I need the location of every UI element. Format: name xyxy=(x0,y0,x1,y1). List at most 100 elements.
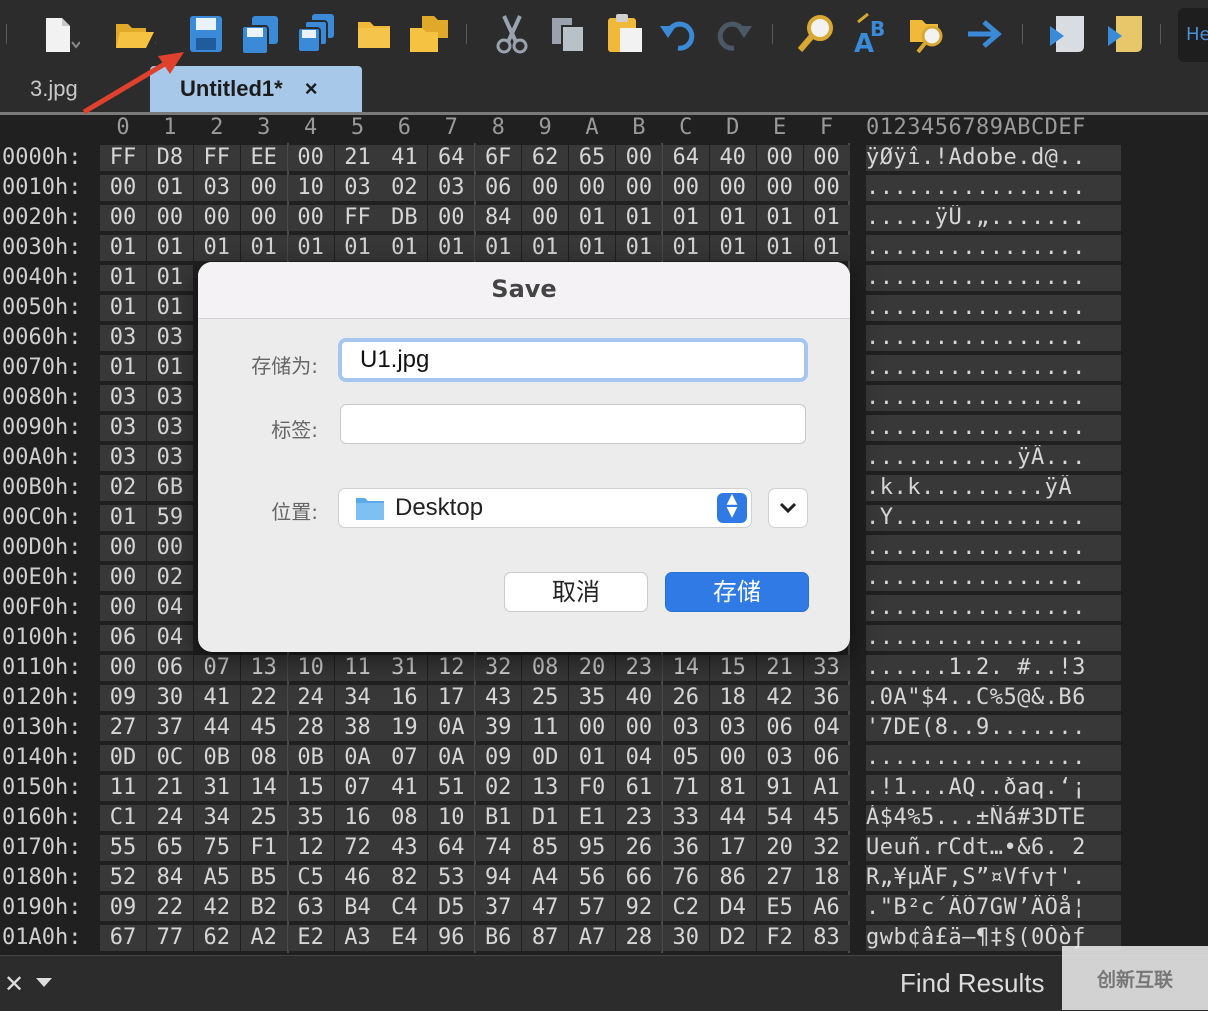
hex-byte[interactable]: 04 xyxy=(615,745,662,771)
hex-byte[interactable]: 45 xyxy=(803,805,850,831)
hex-byte[interactable]: 74 xyxy=(475,835,522,861)
hex-byte[interactable]: F2 xyxy=(756,925,803,951)
hex-byte[interactable]: 21 xyxy=(756,655,803,681)
hex-byte[interactable]: 31 xyxy=(381,655,428,681)
hex-byte[interactable]: 00 xyxy=(100,565,146,591)
hex-byte[interactable]: 01 xyxy=(193,235,240,261)
ascii-text[interactable]: ................ xyxy=(866,595,1121,621)
hex-byte[interactable]: 00 xyxy=(709,175,756,201)
close-panel-icon[interactable]: ✕ xyxy=(4,970,24,998)
ascii-text[interactable]: ................ xyxy=(866,565,1121,591)
hex-byte[interactable]: 04 xyxy=(146,625,193,651)
hex-byte[interactable]: 14 xyxy=(662,655,709,681)
hex-byte[interactable]: F1 xyxy=(240,835,287,861)
new-file-button[interactable] xyxy=(36,12,80,56)
hex-byte[interactable]: 77 xyxy=(146,925,193,951)
hex-byte[interactable]: 01 xyxy=(146,175,193,201)
hex-byte[interactable]: 16 xyxy=(381,685,428,711)
hex-byte[interactable]: 12 xyxy=(287,835,334,861)
hex-byte[interactable]: 01 xyxy=(569,235,615,261)
hex-byte[interactable]: 82 xyxy=(381,865,428,891)
hex-byte[interactable]: 03 xyxy=(193,175,240,201)
hex-byte[interactable]: 43 xyxy=(475,685,522,711)
hex-byte[interactable]: 00 xyxy=(803,145,850,171)
hex-byte[interactable]: 62 xyxy=(193,925,240,951)
hex-byte[interactable]: E1 xyxy=(569,805,615,831)
hex-byte[interactable]: 28 xyxy=(287,715,334,741)
hex-byte[interactable]: 00 xyxy=(615,145,662,171)
hex-byte[interactable]: 22 xyxy=(146,895,193,921)
hex-byte[interactable]: 01 xyxy=(146,235,193,261)
hex-byte[interactable]: 41 xyxy=(193,685,240,711)
hex-byte[interactable]: 30 xyxy=(146,685,193,711)
hex-byte[interactable]: C4 xyxy=(381,895,428,921)
hex-byte[interactable]: 07 xyxy=(334,775,381,801)
hex-byte[interactable]: 05 xyxy=(662,745,709,771)
hex-byte[interactable]: 59 xyxy=(146,505,193,531)
hex-byte[interactable]: 45 xyxy=(240,715,287,741)
hex-byte[interactable]: 42 xyxy=(756,685,803,711)
hex-byte[interactable]: D2 xyxy=(709,925,756,951)
hex-byte[interactable]: 02 xyxy=(146,565,193,591)
ascii-text[interactable]: Ueuñ.rCdt…•&6. 2 xyxy=(866,835,1121,861)
hex-byte[interactable]: 35 xyxy=(569,685,615,711)
hex-byte[interactable]: 00 xyxy=(240,205,287,231)
hex-byte[interactable]: 03 xyxy=(756,745,803,771)
hex-byte[interactable]: 01 xyxy=(146,265,193,291)
save-as-button[interactable] xyxy=(238,12,282,56)
hex-byte[interactable]: 12 xyxy=(428,655,475,681)
hex-byte[interactable]: 00 xyxy=(100,175,146,201)
hex-byte[interactable]: 08 xyxy=(240,745,287,771)
hex-byte[interactable]: DB xyxy=(381,205,428,231)
hex-byte[interactable]: 6B xyxy=(146,475,193,501)
hex-byte[interactable]: 01 xyxy=(615,205,662,231)
hex-byte[interactable]: 21 xyxy=(146,775,193,801)
hex-byte[interactable]: C1 xyxy=(100,805,146,831)
hex-byte[interactable]: 36 xyxy=(803,685,850,711)
goto-button[interactable] xyxy=(962,12,1006,56)
hex-byte[interactable]: 02 xyxy=(100,475,146,501)
hex-byte[interactable]: 55 xyxy=(100,835,146,861)
open-button[interactable] xyxy=(112,12,156,56)
hex-byte[interactable]: 04 xyxy=(803,715,850,741)
hex-byte[interactable]: 01 xyxy=(146,355,193,381)
hex-byte[interactable]: 84 xyxy=(146,865,193,891)
hex-byte[interactable]: 47 xyxy=(522,895,569,921)
hex-byte[interactable]: 02 xyxy=(475,775,522,801)
hex-byte[interactable]: 33 xyxy=(662,805,709,831)
ascii-text[interactable]: R„¥µÅF‚S”¤Vfv†'. xyxy=(866,865,1121,891)
hex-byte[interactable]: 01 xyxy=(569,205,615,231)
hex-byte[interactable]: 18 xyxy=(803,865,850,891)
open-multiple-button[interactable] xyxy=(406,12,450,56)
hex-byte[interactable]: 83 xyxy=(803,925,850,951)
hex-byte[interactable]: 46 xyxy=(334,865,381,891)
hex-byte[interactable]: 0A xyxy=(428,715,475,741)
ascii-text[interactable]: ÿØÿî.!Adobe.d@.. xyxy=(866,145,1121,171)
hex-byte[interactable]: 10 xyxy=(287,175,334,201)
hex-byte[interactable]: 64 xyxy=(428,145,475,171)
ascii-text[interactable]: ......1.2. #..!3 xyxy=(866,655,1121,681)
save-all-button[interactable] xyxy=(294,12,338,56)
hex-byte[interactable]: 72 xyxy=(334,835,381,861)
hex-byte[interactable]: 08 xyxy=(522,655,569,681)
tags-input[interactable] xyxy=(340,404,806,444)
hex-byte[interactable]: 03 xyxy=(334,175,381,201)
hex-byte[interactable]: 35 xyxy=(287,805,334,831)
hex-byte[interactable]: 18 xyxy=(709,685,756,711)
hex-byte[interactable]: 03 xyxy=(709,715,756,741)
hex-byte[interactable]: 34 xyxy=(334,685,381,711)
ascii-text[interactable]: ................ xyxy=(866,385,1121,411)
hex-byte[interactable]: 37 xyxy=(475,895,522,921)
tab-3-jpg[interactable]: 3.jpg xyxy=(30,66,78,112)
hex-byte[interactable]: 01 xyxy=(334,235,381,261)
hex-byte[interactable]: 0A xyxy=(334,745,381,771)
hex-byte[interactable]: B5 xyxy=(240,865,287,891)
hex-byte[interactable]: 01 xyxy=(100,265,146,291)
hex-byte[interactable]: 24 xyxy=(287,685,334,711)
hex-byte[interactable]: 04 xyxy=(146,595,193,621)
hex-byte[interactable]: D1 xyxy=(522,805,569,831)
hex-byte[interactable]: FF xyxy=(334,205,381,231)
hex-byte[interactable]: 01 xyxy=(475,235,522,261)
ascii-text[interactable]: ................ xyxy=(866,265,1121,291)
hex-byte[interactable]: 00 xyxy=(709,745,756,771)
